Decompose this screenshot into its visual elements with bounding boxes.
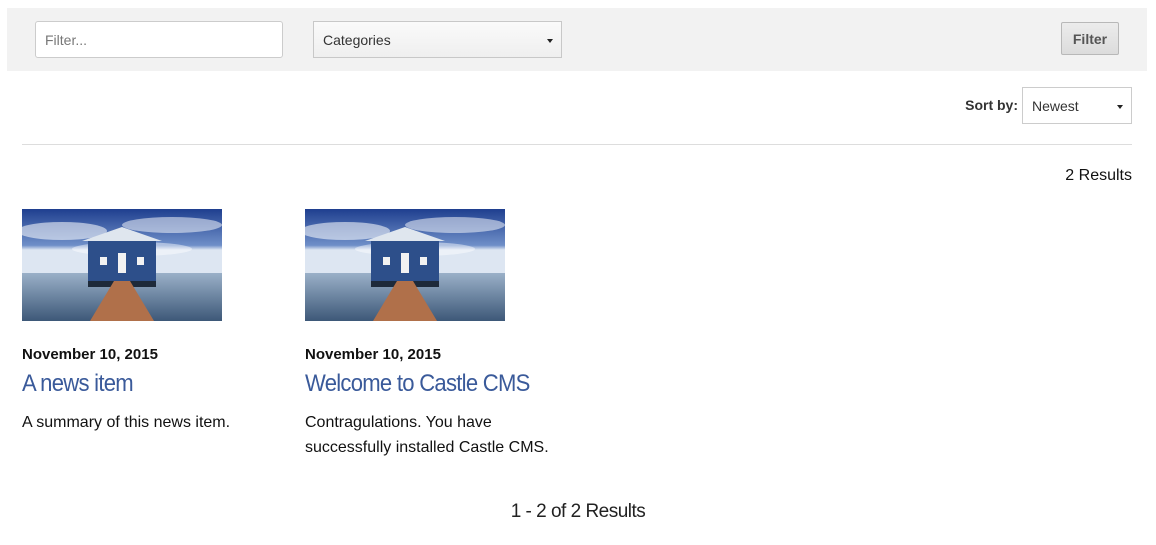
item-summary: A summary of this news item. xyxy=(22,414,231,431)
sort-select-value: Newest xyxy=(1032,97,1079,114)
categories-select[interactable]: Categories xyxy=(313,21,562,58)
sort-label: Sort by: xyxy=(965,97,1018,113)
results-count: 2 Results xyxy=(1065,167,1132,184)
filter-input[interactable] xyxy=(35,21,283,58)
item-title-link[interactable]: Welcome to Castle CMS xyxy=(305,370,544,398)
sort-select[interactable]: Newest xyxy=(1022,87,1132,124)
caret-down-icon xyxy=(547,38,553,43)
boathouse-thumbnail[interactable] xyxy=(22,209,222,321)
result-card: November 10, 2015 Welcome to Castle CMS … xyxy=(305,209,565,460)
boathouse-thumbnail[interactable] xyxy=(305,209,505,321)
result-card: November 10, 2015 A news item A summary … xyxy=(22,209,282,435)
categories-select-label: Categories xyxy=(323,31,391,48)
filter-button[interactable]: Filter xyxy=(1061,22,1119,55)
caret-down-icon xyxy=(1117,104,1123,109)
pagination-summary: 1 - 2 of 2 Results xyxy=(510,501,646,522)
item-title-link[interactable]: A news item xyxy=(22,370,261,398)
item-date: November 10, 2015 xyxy=(305,346,441,363)
item-date: November 10, 2015 xyxy=(22,346,158,363)
divider xyxy=(22,144,1132,145)
item-summary: Contragulations. You have successfully i… xyxy=(305,414,549,456)
filter-bar: Categories Filter xyxy=(7,8,1147,71)
